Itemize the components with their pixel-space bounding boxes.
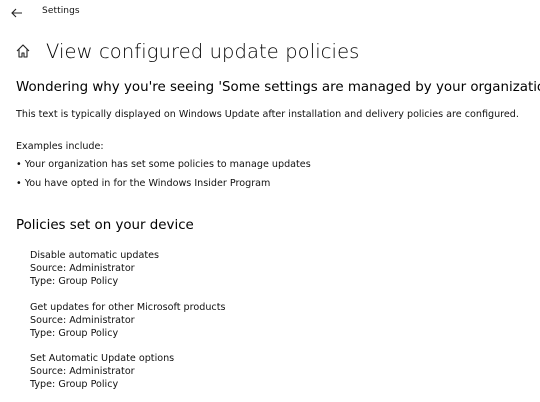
policy-item: Get updates for other Microsoft products… [30, 301, 225, 340]
examples-label: Examples include: [16, 141, 104, 152]
policy-item: Set Automatic Update options Source: Adm… [30, 352, 174, 391]
policy-type: Type: Group Policy [30, 328, 119, 339]
intro-description: This text is typically displayed on Wind… [16, 109, 519, 120]
page-title: View configured update policies [46, 39, 360, 63]
policy-item: Disable automatic updates Source: Admini… [30, 249, 159, 288]
example-item-2: • You have opted in for the Windows Insi… [16, 178, 271, 189]
policy-source: Source: Administrator [30, 315, 135, 326]
policy-name: Set Automatic Update options [30, 353, 175, 364]
page-header: View configured update policies [14, 36, 359, 66]
back-button[interactable] [6, 2, 28, 22]
managed-settings-heading: Wondering why you're seeing 'Some settin… [16, 80, 540, 95]
policies-heading: Policies set on your device [16, 218, 194, 233]
policy-name: Get updates for other Microsoft products [30, 302, 226, 313]
settings-window: Settings View configured update policies… [0, 0, 540, 402]
policy-source: Source: Administrator [30, 366, 135, 377]
policy-type: Type: Group Policy [30, 276, 119, 287]
policy-type: Type: Group Policy [30, 379, 119, 390]
home-icon[interactable] [14, 42, 32, 60]
example-item-1: • Your organization has set some policie… [16, 159, 311, 170]
arrow-left-icon [11, 3, 23, 22]
policy-name: Disable automatic updates [30, 250, 160, 261]
app-title: Settings [42, 6, 80, 16]
policy-source: Source: Administrator [30, 263, 135, 274]
title-bar: Settings [0, 0, 540, 24]
